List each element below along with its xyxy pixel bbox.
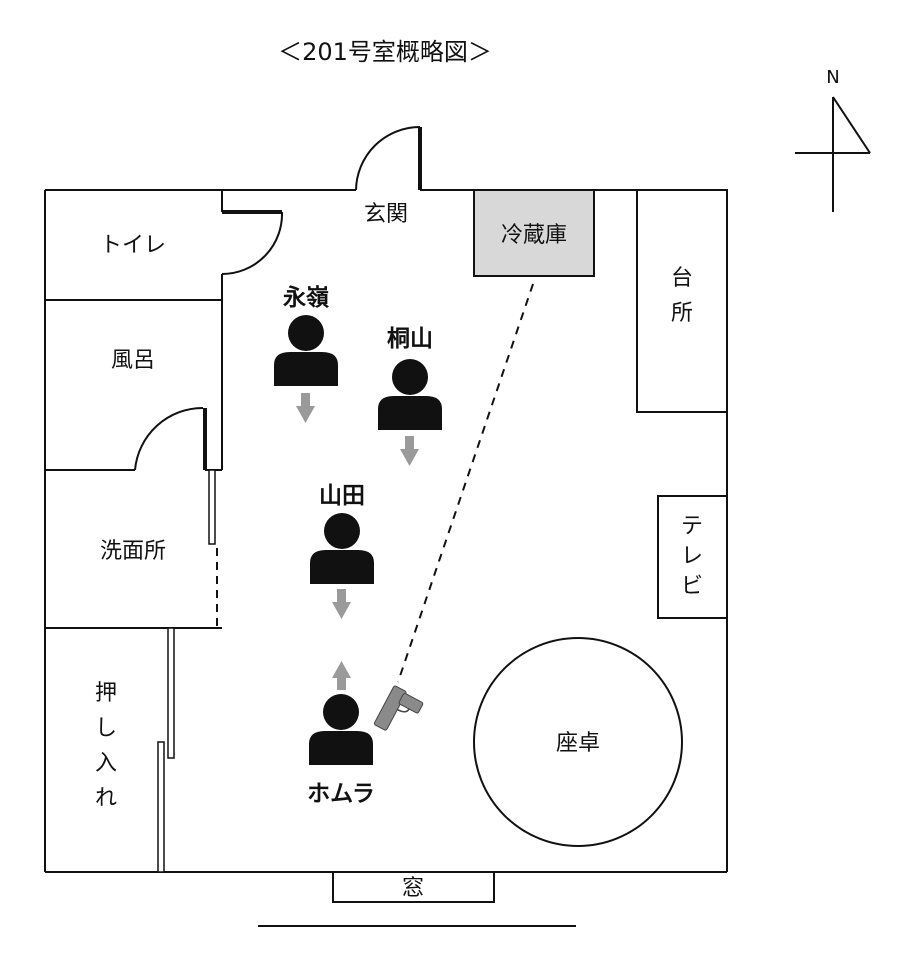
person-homura: ホムラ <box>307 661 375 807</box>
tv-label-1: テ <box>681 514 703 539</box>
kitchen-label-2: 所 <box>671 301 693 326</box>
closet-label-3: 入 <box>95 751 117 776</box>
person-name-kiriyama: 桐山 <box>387 325 433 352</box>
window-label: 窓 <box>402 876 424 901</box>
toilet-label: トイレ <box>100 233 166 258</box>
bath-label: 風呂 <box>111 348 155 373</box>
person-kiriyama: 桐山 <box>378 325 442 466</box>
closet-label-4: れ <box>95 786 117 811</box>
person-name-yamada: 山田 <box>319 483 365 509</box>
compass-north-label: N <box>826 67 839 88</box>
washroom-label: 洗面所 <box>100 539 166 564</box>
entrance-label: 玄関 <box>364 202 408 227</box>
table-label: 座卓 <box>556 731 600 756</box>
tv-label-2: レ <box>681 544 703 569</box>
tv-label-3: ビ <box>681 574 703 599</box>
bath-room: 風呂 <box>45 300 223 471</box>
closet-label-1: 押 <box>95 681 117 706</box>
floor-plan: ＜201号室概略図＞ N トイレ 風呂 洗面所 押 し 入 れ 玄関 冷蔵庫 台… <box>44 38 871 927</box>
kitchen-label-1: 台 <box>671 266 693 291</box>
arrow-down-icon <box>400 436 419 466</box>
person-icon <box>274 315 338 386</box>
front-door <box>355 126 422 191</box>
person-icon <box>310 513 374 584</box>
plan-title: ＜201号室概略図＞ <box>278 38 492 66</box>
fridge-label: 冷蔵庫 <box>501 223 567 248</box>
arrow-down-icon <box>332 589 351 619</box>
person-icon <box>309 694 373 765</box>
tv: テ レ ビ <box>657 495 728 619</box>
person-yamada: 山田 <box>310 483 374 619</box>
kitchen: 台 所 <box>636 189 728 413</box>
person-nagamine: 永嶺 <box>274 285 338 423</box>
person-name-nagamine: 永嶺 <box>283 285 329 311</box>
person-icon <box>378 359 442 430</box>
fridge: 冷蔵庫 <box>473 189 595 277</box>
arrow-up-icon <box>332 661 351 690</box>
arrow-down-icon <box>296 393 315 423</box>
low-table: 座卓 <box>473 637 683 847</box>
toilet-room: トイレ <box>45 190 284 301</box>
washroom: 洗面所 <box>45 469 222 629</box>
gun-icon <box>373 685 424 731</box>
closet: 押 し 入 れ <box>95 627 175 873</box>
north-compass-icon: N <box>795 67 871 212</box>
window: 窓 <box>332 871 495 903</box>
person-name-homura: ホムラ <box>307 781 375 807</box>
closet-label-2: し <box>95 716 117 741</box>
